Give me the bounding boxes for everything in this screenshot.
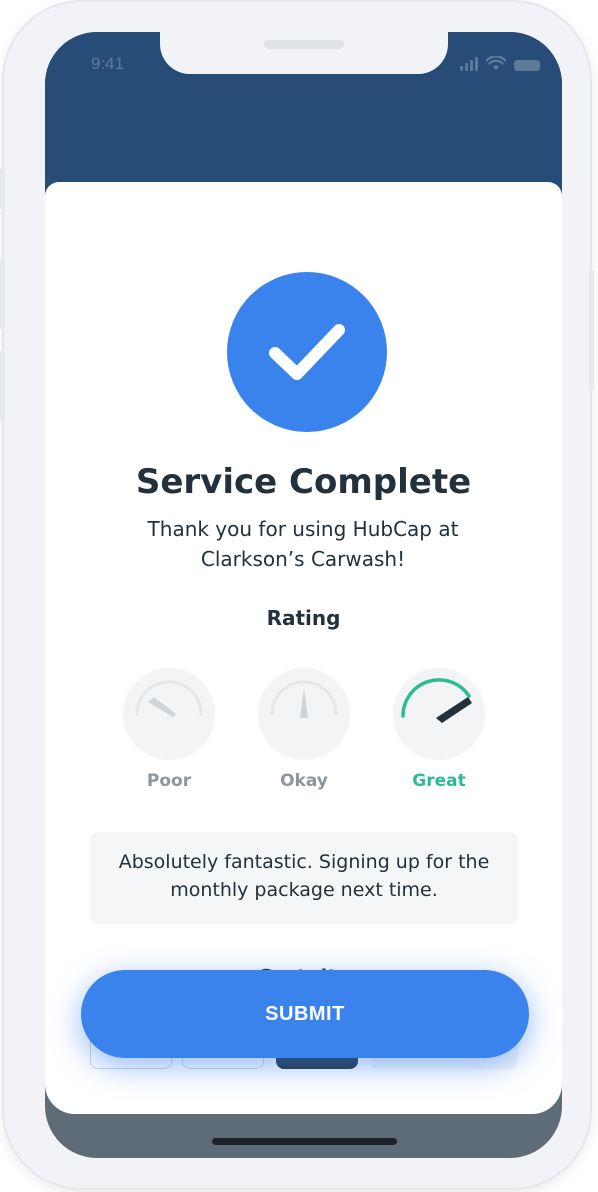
status-time: 9:41 — [91, 54, 125, 73]
power-button — [589, 270, 594, 390]
rating-label: Rating — [266, 606, 341, 630]
phone-frame: 9:41 Service Complete Thank you for usin… — [0, 2, 594, 1188]
silent-switch — [0, 168, 5, 210]
home-indicator — [212, 1138, 397, 1145]
device-notch — [160, 30, 448, 74]
rating-option-poor[interactable]: Poor — [119, 668, 219, 791]
checkmark-icon — [269, 324, 345, 380]
volume-down-button — [0, 350, 5, 422]
rating-option-label: Okay — [280, 771, 328, 791]
status-icons — [460, 56, 540, 71]
page-title: Service Complete — [135, 462, 472, 502]
screen: 9:41 Service Complete Thank you for usin… — [45, 32, 562, 1158]
page-subtitle: Thank you for using HubCap at Clarkson’s… — [147, 517, 459, 571]
success-badge — [227, 272, 387, 432]
rating-option-great[interactable]: Great — [389, 668, 489, 791]
cellular-signal-icon — [460, 57, 478, 71]
rating-comment[interactable]: Absolutely fantastic. Signing up for the… — [90, 832, 518, 924]
volume-up-button — [0, 258, 5, 330]
rating-option-label: Great — [412, 771, 466, 791]
wifi-icon — [486, 56, 506, 70]
gauge-great-icon — [393, 668, 485, 760]
submit-button[interactable]: SUBMIT — [81, 970, 529, 1058]
battery-icon — [514, 60, 540, 71]
speaker-grille — [264, 40, 344, 49]
gauge-okay-icon — [258, 668, 350, 760]
gauge-poor-icon — [123, 668, 215, 760]
rating-option-okay[interactable]: Okay — [254, 668, 354, 791]
rating-option-label: Poor — [146, 771, 192, 791]
